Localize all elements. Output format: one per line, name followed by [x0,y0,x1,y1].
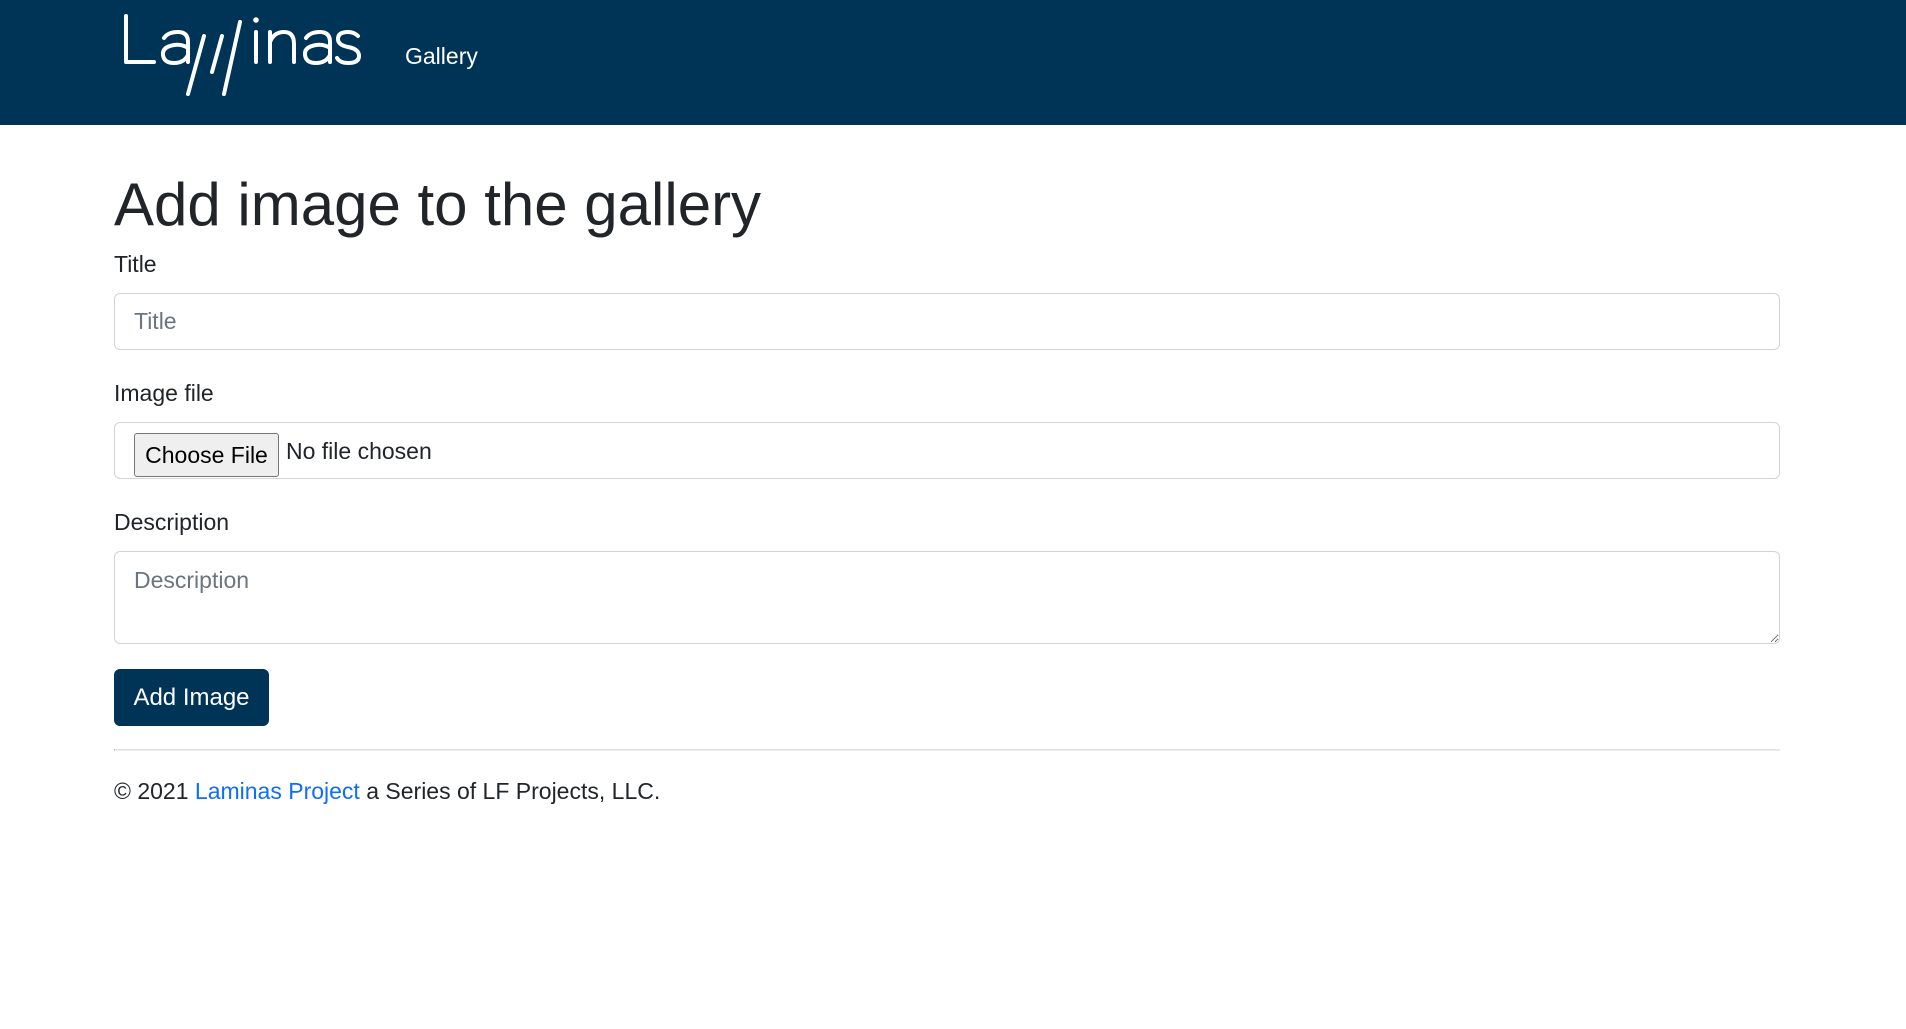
title-input[interactable] [114,293,1780,350]
laminas-logo[interactable] [122,10,362,102]
title-label: Title [114,251,157,277]
laminas-logo-mark [124,14,361,96]
footer-suffix: a Series of LF Projects, LLC. [359,778,661,804]
add-image-button[interactable]: Add Image [114,669,269,726]
footer-divider [114,749,1780,751]
footer-prefix: © 2021 [114,778,195,804]
top-navbar: Gallery [0,0,1906,125]
description-textarea[interactable] [114,551,1780,644]
file-status-text: No file chosen [286,438,432,464]
footer: © 2021 Laminas Project a Series of LF Pr… [114,775,660,807]
page-title: Add image to the gallery [114,171,762,238]
choose-file-button[interactable]: Choose File [134,433,279,477]
image-file-label: Image file [114,380,214,406]
image-file-input[interactable]: Choose File No file chosen [114,422,1780,479]
description-label: Description [114,509,230,535]
laminas-project-link[interactable]: Laminas Project [195,778,360,804]
nav-link-gallery[interactable]: Gallery [405,40,478,72]
